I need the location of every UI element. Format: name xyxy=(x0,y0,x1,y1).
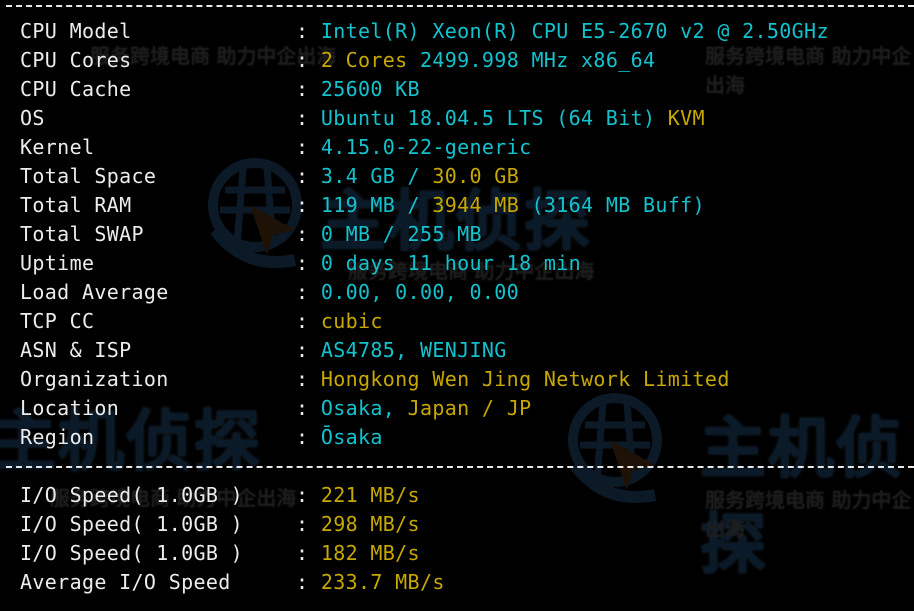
system-info-value: 3944 MB xyxy=(432,193,520,217)
system-info-row: Region: Ōsaka xyxy=(20,423,383,452)
system-info-value: 0 MB / 255 MB xyxy=(320,222,482,246)
system-info-value: 30.0 GB xyxy=(432,164,520,188)
system-info-label: CPU Cache xyxy=(20,77,132,101)
system-info-value: 0.00, 0.00, 0.00 xyxy=(320,280,520,304)
io-speed-value: 233.7 MB/s xyxy=(320,570,445,594)
system-info-label: ASN & ISP xyxy=(20,338,132,362)
system-info-value: Ubuntu 18.04.5 LTS (64 Bit) xyxy=(320,106,656,130)
system-info-row: Organization: Hongkong Wen Jing Network … xyxy=(20,365,730,394)
colon-separator: : xyxy=(296,309,309,333)
system-info-row: TCP CC: cubic xyxy=(20,307,383,336)
io-speed-label: I/O Speed( 1.0GB ) xyxy=(20,512,244,536)
colon-separator: : xyxy=(296,135,309,159)
system-info-label: Organization xyxy=(20,367,169,391)
system-info-label: Kernel xyxy=(20,135,95,159)
io-speed-label: I/O Speed( 1.0GB ) xyxy=(20,541,244,565)
system-info-row: CPU Cores: 2 Cores 2499.998 MHz x86_64 xyxy=(20,46,655,75)
system-info-value: 0 days 11 hour 18 min xyxy=(320,251,582,275)
system-info-label: OS xyxy=(20,106,45,130)
colon-separator: : xyxy=(296,77,309,101)
io-speed-row: I/O Speed( 1.0GB ): 221 MB/s xyxy=(20,481,420,510)
colon-separator: : xyxy=(296,570,309,594)
colon-separator: : xyxy=(296,19,309,43)
system-info-label: Region xyxy=(20,425,95,449)
io-speed-label: Average I/O Speed xyxy=(20,570,231,594)
system-info-row: Total SWAP: 0 MB / 255 MB xyxy=(20,220,482,249)
io-speed-value: 298 MB/s xyxy=(320,512,420,536)
colon-separator: : xyxy=(296,338,309,362)
io-speed-label: I/O Speed( 1.0GB ) xyxy=(20,483,244,507)
system-info-value: KVM xyxy=(655,106,705,130)
system-info-value: Japan / JP xyxy=(407,396,532,420)
system-info-row: Uptime: 0 days 11 hour 18 min xyxy=(20,249,581,278)
system-info-value: Ōsaka xyxy=(320,425,383,449)
system-info-value: 2499.998 MHz x86_64 xyxy=(407,48,656,72)
system-info-value: Intel(R) Xeon(R) CPU E5-2670 v2 @ 2.50GH… xyxy=(320,19,829,43)
terminal-window[interactable]: 主机侦探 服务跨境电商 助力中企出海 主机侦探 服务跨境电商 助力中企出海 主机… xyxy=(0,0,914,611)
colon-separator: : xyxy=(296,425,309,449)
colon-separator: : xyxy=(296,541,309,565)
io-speed-row: Average I/O Speed: 233.7 MB/s xyxy=(20,568,445,597)
watermark-slogan: 服务跨境电商 助力中企出海 xyxy=(705,488,912,541)
system-info-label: Total RAM xyxy=(20,193,132,217)
io-speed-row: I/O Speed( 1.0GB ): 182 MB/s xyxy=(20,539,420,568)
system-info-label: CPU Model xyxy=(20,19,132,43)
system-info-label: Load Average xyxy=(20,280,169,304)
colon-separator: : xyxy=(296,106,309,130)
colon-separator: : xyxy=(296,164,309,188)
system-info-row: ASN & ISP: AS4785, WENJING xyxy=(20,336,507,365)
io-speed-value: 221 MB/s xyxy=(320,483,420,507)
colon-separator: : xyxy=(296,48,309,72)
system-info-label: TCP CC xyxy=(20,309,95,333)
separator-line xyxy=(6,5,914,7)
system-info-row: Total RAM: 119 MB / 3944 MB (3164 MB Buf… xyxy=(20,191,705,220)
system-info-row: Total Space: 3.4 GB / 30.0 GB xyxy=(20,162,519,191)
system-info-row: Location: Osaka, Japan / JP xyxy=(20,394,531,423)
system-info-row: CPU Model: Intel(R) Xeon(R) CPU E5-2670 … xyxy=(20,17,829,46)
system-info-value: 25600 KB xyxy=(320,77,420,101)
system-info-label: Total Space xyxy=(20,164,157,188)
system-info-value: Osaka, xyxy=(320,396,408,420)
system-info-value: 3.4 GB / xyxy=(320,164,433,188)
colon-separator: : xyxy=(296,193,309,217)
separator-line xyxy=(6,466,914,468)
system-info-value: 4.15.0-22-generic xyxy=(320,135,532,159)
system-info-value: AS4785, WENJING xyxy=(320,338,507,362)
system-info-label: CPU Cores xyxy=(20,48,132,72)
colon-separator: : xyxy=(296,512,309,536)
colon-separator: : xyxy=(296,280,309,304)
system-info-value: Hongkong Wen Jing Network Limited xyxy=(320,367,730,391)
io-speed-row: I/O Speed( 1.0GB ): 298 MB/s xyxy=(20,510,420,539)
system-info-row: Load Average: 0.00, 0.00, 0.00 xyxy=(20,278,519,307)
colon-separator: : xyxy=(296,222,309,246)
system-info-label: Location xyxy=(20,396,120,420)
system-info-row: Kernel: 4.15.0-22-generic xyxy=(20,133,531,162)
watermark-logo-icon xyxy=(568,393,662,503)
io-speed-value: 182 MB/s xyxy=(320,541,420,565)
colon-separator: : xyxy=(296,396,309,420)
colon-separator: : xyxy=(296,251,309,275)
watermark-brand: 主机侦探 xyxy=(700,410,904,583)
system-info-row: CPU Cache: 25600 KB xyxy=(20,75,420,104)
system-info-value: cubic xyxy=(320,309,383,333)
system-info-row: OS: Ubuntu 18.04.5 LTS (64 Bit) KVM xyxy=(20,104,705,133)
system-info-value: 2 Cores xyxy=(320,48,408,72)
system-info-label: Uptime xyxy=(20,251,95,275)
system-info-value: (3164 MB Buff) xyxy=(519,193,705,217)
watermark-slogan: 服务跨境电商 助力中企出海 xyxy=(705,44,912,97)
colon-separator: : xyxy=(296,367,309,391)
system-info-label: Total SWAP xyxy=(20,222,144,246)
system-info-value: 119 MB / xyxy=(320,193,433,217)
colon-separator: : xyxy=(296,483,309,507)
